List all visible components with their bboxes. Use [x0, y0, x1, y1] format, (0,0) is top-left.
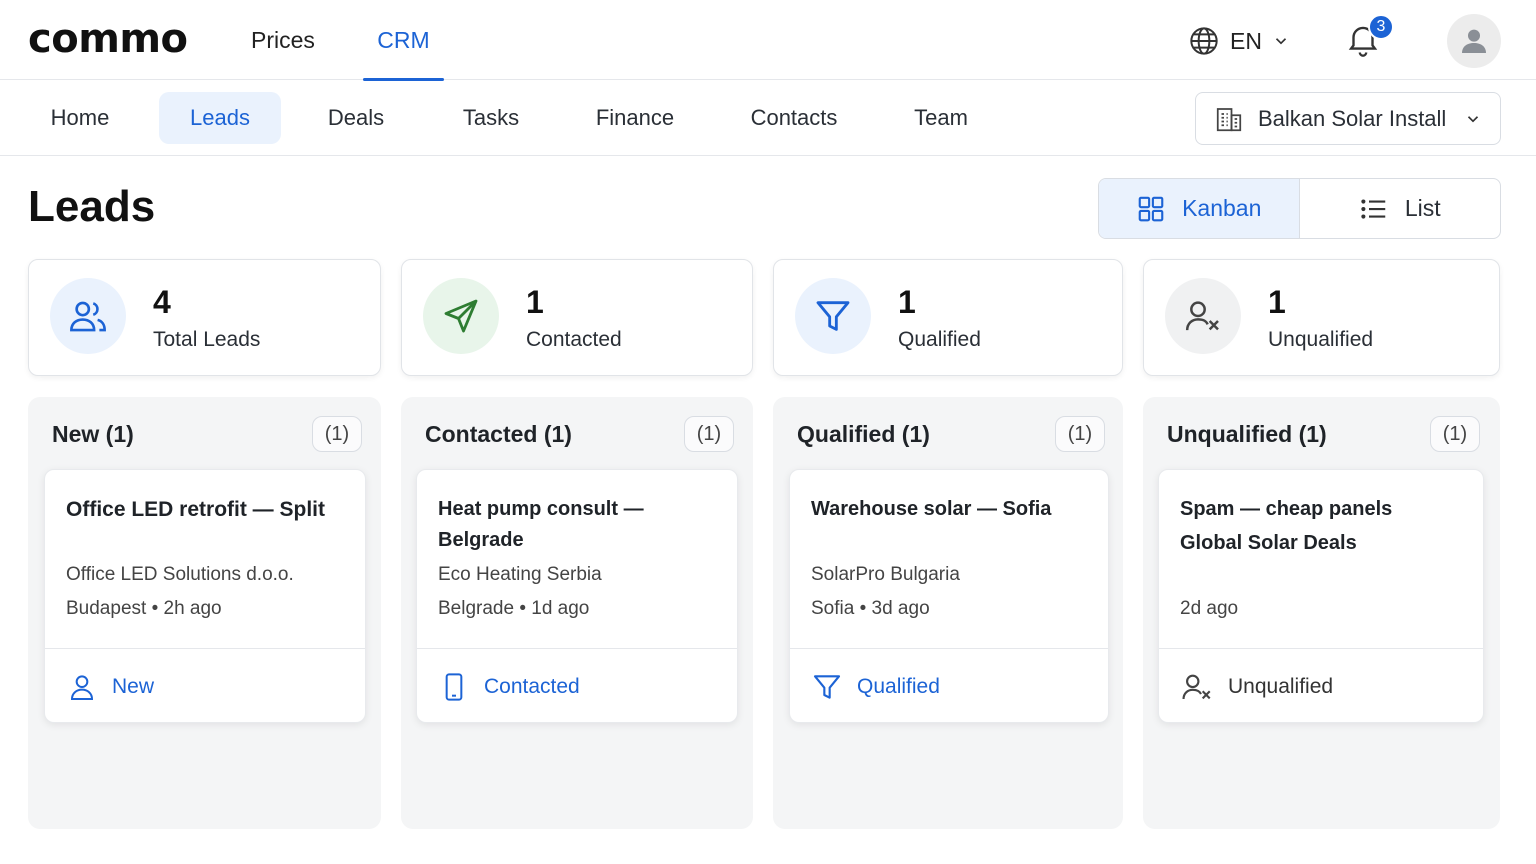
lead-status-label: Qualified — [857, 674, 940, 698]
column-count-badge: (1) — [312, 416, 362, 452]
tab-team[interactable]: Team — [898, 92, 984, 144]
lead-card[interactable]: Warehouse solar — Sofia SolarPro Bulgari… — [789, 469, 1109, 723]
lead-title: Heat pump consult — Belgrade — [438, 498, 644, 551]
notification-badge: 3 — [1368, 14, 1394, 40]
user-icon — [70, 674, 94, 700]
column-title: Contacted (1) — [425, 421, 572, 447]
column-count-badge: (1) — [1430, 416, 1480, 452]
company-selector[interactable]: Balkan Solar Install — [1195, 92, 1501, 145]
lead-meta: Sofia • 3d ago — [811, 598, 930, 619]
tab-home[interactable]: Home — [30, 92, 130, 144]
lead-meta: Budapest • 2h ago — [66, 598, 222, 619]
stat-label: Total Leads — [153, 328, 261, 351]
top-nav-prices[interactable]: Prices — [241, 0, 325, 80]
tab-leads[interactable]: Leads — [159, 92, 281, 144]
lead-company: Eco Heating Serbia — [438, 564, 602, 585]
column-count-badge: (1) — [684, 416, 734, 452]
lead-status[interactable]: Qualified — [790, 648, 1108, 724]
stat-value: 4 — [153, 284, 171, 320]
stat-card-contacted: 1 Contacted — [401, 259, 753, 376]
grid-icon — [1138, 196, 1164, 221]
top-bar: commo Prices CRM EN 3 — [0, 0, 1536, 81]
column-count-badge: (1) — [1055, 416, 1105, 452]
kanban-label: Kanban — [1182, 195, 1262, 221]
stat-card-qualified: 1 Qualified — [773, 259, 1123, 376]
tab-tasks[interactable]: Tasks — [444, 92, 538, 144]
lead-status-label: Unqualified — [1228, 674, 1334, 698]
language-code: EN — [1230, 27, 1262, 54]
lead-status[interactable]: New — [45, 648, 365, 724]
view-toggle: Kanban List — [1098, 178, 1501, 239]
list-icon — [1361, 198, 1386, 219]
chevron-down-icon — [1467, 115, 1479, 122]
stat-value: 1 — [1268, 284, 1286, 320]
lead-title: Office LED retrofit — Split — [66, 498, 326, 521]
kanban-column-unqualified: Unqualified (1) (1) Spam — cheap panels … — [1143, 397, 1500, 829]
stat-icon-circle — [1165, 278, 1241, 354]
company-name: Balkan Solar Install — [1258, 105, 1447, 131]
tab-contacts[interactable]: Contacts — [732, 92, 856, 144]
lead-status[interactable]: Unqualified — [1159, 648, 1483, 724]
column-title: Unqualified (1) — [1167, 421, 1327, 447]
phone-icon — [445, 672, 463, 701]
kanban-column-new: New (1) (1) Office LED retrofit — Split … — [28, 397, 381, 829]
kanban-view-button[interactable]: Kanban — [1099, 179, 1300, 238]
lead-status-label: New — [112, 674, 155, 698]
page-title: Leads — [28, 182, 156, 231]
filter-icon — [813, 674, 841, 699]
lead-company: SolarPro Bulgaria — [811, 564, 960, 585]
tab-deals[interactable]: Deals — [310, 92, 402, 144]
lead-title: Spam — cheap panels — [1180, 498, 1393, 520]
lead-title: Warehouse solar — Sofia — [811, 498, 1052, 520]
stat-label: Unqualified — [1268, 328, 1374, 351]
building-icon — [1216, 107, 1242, 131]
language-selector[interactable]: EN — [1188, 22, 1290, 60]
lead-card[interactable]: Spam — cheap panels Global Solar Deals 2… — [1158, 469, 1484, 723]
stat-value: 1 — [898, 284, 916, 320]
list-label: List — [1404, 195, 1441, 221]
users-icon — [70, 301, 106, 332]
tab-finance[interactable]: Finance — [580, 92, 690, 144]
lead-status-label: Contacted — [484, 674, 580, 698]
globe-icon — [1190, 27, 1218, 55]
send-icon — [444, 299, 478, 333]
lead-card[interactable]: Heat pump consult — Belgrade Eco Heating… — [416, 469, 738, 723]
section-nav: Home Leads Deals Tasks Finance Contacts … — [0, 80, 1536, 156]
stat-label: Qualified — [898, 328, 981, 351]
lead-card[interactable]: Office LED retrofit — Split Office LED S… — [44, 469, 366, 723]
chevron-down-icon — [1275, 38, 1287, 45]
stat-value: 1 — [526, 284, 544, 320]
top-nav-crm[interactable]: CRM — [363, 0, 444, 81]
lead-meta: 2d ago — [1180, 598, 1239, 619]
stat-card-unqualified: 1 Unqualified — [1143, 259, 1500, 376]
stat-icon-circle — [423, 278, 499, 354]
app-logo[interactable]: commo — [28, 16, 188, 62]
kanban-column-qualified: Qualified (1) (1) Warehouse solar — Sofi… — [773, 397, 1123, 829]
lead-company: Global Solar Deals — [1180, 532, 1357, 554]
column-title: New (1) — [52, 421, 134, 447]
list-view-button[interactable]: List — [1300, 179, 1501, 238]
lead-meta: Belgrade • 1d ago — [438, 598, 590, 619]
user-x-icon — [1185, 301, 1219, 331]
stat-icon-circle — [795, 278, 871, 354]
avatar[interactable] — [1447, 14, 1501, 68]
column-title: Qualified (1) — [797, 421, 930, 447]
user-avatar-icon — [1462, 29, 1486, 53]
stat-label: Contacted — [526, 328, 622, 351]
lead-status[interactable]: Contacted — [417, 648, 737, 724]
stat-icon-circle — [50, 278, 126, 354]
lead-company: Office LED Solutions d.o.o. — [66, 564, 294, 585]
filter-icon — [816, 301, 850, 331]
kanban-column-contacted: Contacted (1) (1) Heat pump consult — Be… — [401, 397, 753, 829]
user-x-icon — [1182, 674, 1211, 699]
stat-card-total-leads: 4 Total Leads — [28, 259, 381, 376]
